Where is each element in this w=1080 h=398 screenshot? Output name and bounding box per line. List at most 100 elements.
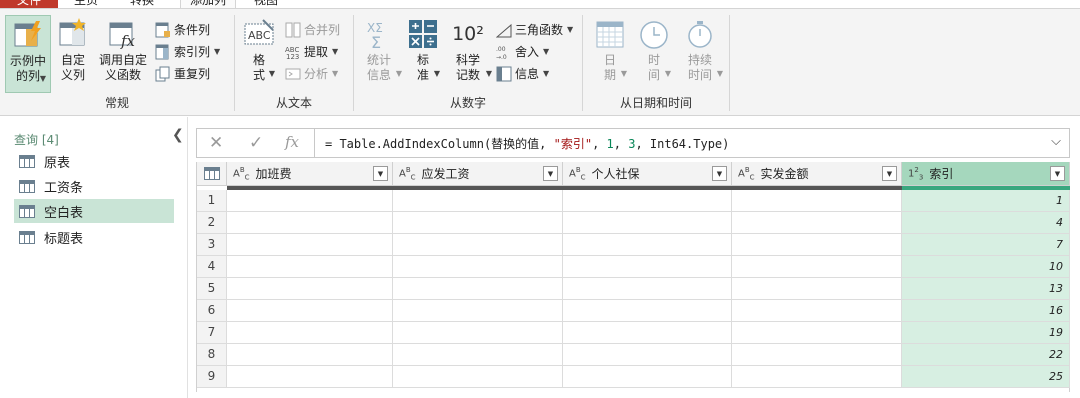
row-number[interactable]: 3 xyxy=(197,234,227,256)
row-number[interactable]: 4 xyxy=(197,256,227,278)
empty-cell[interactable] xyxy=(393,322,563,344)
index-cell[interactable]: 7 xyxy=(902,234,1070,256)
empty-cell[interactable] xyxy=(227,344,393,366)
query-item-original[interactable]: 原表 xyxy=(14,149,174,173)
column-header-index[interactable]: 123 索引 ▼ xyxy=(902,162,1070,186)
row-number[interactable]: 1 xyxy=(197,190,227,212)
empty-cell[interactable] xyxy=(563,256,732,278)
empty-cell[interactable] xyxy=(393,234,563,256)
empty-cell[interactable] xyxy=(563,190,732,212)
empty-cell[interactable] xyxy=(393,256,563,278)
row-number[interactable]: 2 xyxy=(197,212,227,234)
filter-dropdown-icon[interactable]: ▼ xyxy=(1050,166,1065,181)
custom-column-button[interactable]: 自定 义列 xyxy=(56,18,90,83)
parse-button[interactable]: 分析 ▼ xyxy=(285,65,338,83)
empty-cell[interactable] xyxy=(227,300,393,322)
filter-dropdown-icon[interactable]: ▼ xyxy=(712,166,727,181)
standard-button[interactable]: 标 准 ▼ xyxy=(406,18,440,83)
index-cell[interactable]: 16 xyxy=(902,300,1070,322)
empty-cell[interactable] xyxy=(393,278,563,300)
column-header-net-pay[interactable]: ABC 实发金额 ▼ xyxy=(732,162,902,186)
scientific-button[interactable]: 10² 科学 记数 ▼ xyxy=(446,18,492,83)
index-cell[interactable]: 13 xyxy=(902,278,1070,300)
fx-icon[interactable]: fx xyxy=(285,133,299,151)
tab-transform[interactable]: 转换 xyxy=(128,0,156,8)
empty-cell[interactable] xyxy=(563,234,732,256)
invoke-custom-function-button[interactable]: fx 调用自定 义函数 xyxy=(94,18,152,83)
index-cell[interactable]: 22 xyxy=(902,344,1070,366)
empty-cell[interactable] xyxy=(227,212,393,234)
filter-dropdown-icon[interactable]: ▼ xyxy=(882,166,897,181)
index-cell[interactable]: 25 xyxy=(902,366,1070,388)
empty-cell[interactable] xyxy=(732,212,902,234)
empty-cell[interactable] xyxy=(227,256,393,278)
column-from-examples-button[interactable]: 示例中 的列 ▼ xyxy=(5,15,51,93)
empty-cell[interactable] xyxy=(227,322,393,344)
index-column-button[interactable]: 索引列 ▼ xyxy=(155,43,220,61)
information-button[interactable]: 信息 ▼ xyxy=(496,65,549,83)
duration-button[interactable]: 持续 时间 ▼ xyxy=(679,18,723,83)
index-cell[interactable]: 10 xyxy=(902,256,1070,278)
row-number[interactable]: 6 xyxy=(197,300,227,322)
parse-label: 分析 xyxy=(304,67,329,81)
empty-cell[interactable] xyxy=(732,234,902,256)
empty-cell[interactable] xyxy=(563,322,732,344)
tab-view[interactable]: 视图 xyxy=(252,0,280,8)
statistics-button[interactable]: XΣ Σ 统计 信息 ▼ xyxy=(358,18,402,83)
merge-columns-button[interactable]: 合并列 xyxy=(285,21,340,39)
time-button[interactable]: 时 间 ▼ xyxy=(635,18,673,83)
empty-cell[interactable] xyxy=(732,344,902,366)
trigonometry-button[interactable]: 三角函数 ▼ xyxy=(496,21,573,39)
query-item-header-table[interactable]: 标题表 xyxy=(14,225,174,249)
empty-cell[interactable] xyxy=(732,322,902,344)
empty-cell[interactable] xyxy=(393,190,563,212)
confirm-icon[interactable]: ✓ xyxy=(249,133,263,153)
tab-home[interactable]: 主页 xyxy=(72,0,100,8)
tab-add-column[interactable]: 添加列 xyxy=(180,0,236,8)
index-cell[interactable]: 19 xyxy=(902,322,1070,344)
empty-cell[interactable] xyxy=(227,366,393,388)
empty-cell[interactable] xyxy=(732,278,902,300)
duplicate-column-button[interactable]: 重复列 xyxy=(155,65,210,83)
empty-cell[interactable] xyxy=(393,300,563,322)
index-cell[interactable]: 4 xyxy=(902,212,1070,234)
formula-input[interactable]: = Table.AddIndexColumn(替换的值, "索引", 1, 3,… xyxy=(325,135,729,152)
column-header-overtime[interactable]: ABC 加班费 ▼ xyxy=(227,162,393,186)
conditional-column-button[interactable]: 条件列 xyxy=(155,21,210,39)
row-number[interactable]: 5 xyxy=(197,278,227,300)
empty-cell[interactable] xyxy=(563,300,732,322)
empty-cell[interactable] xyxy=(563,278,732,300)
empty-cell[interactable] xyxy=(732,256,902,278)
date-button[interactable]: 日 期 ▼ xyxy=(591,18,629,83)
rounding-button[interactable]: .00 →.0 舍入 ▼ xyxy=(496,43,549,61)
collapse-pane-icon[interactable]: ❮ xyxy=(172,127,184,143)
row-number[interactable]: 8 xyxy=(197,344,227,366)
empty-cell[interactable] xyxy=(563,212,732,234)
table-menu-button[interactable] xyxy=(197,162,227,186)
empty-cell[interactable] xyxy=(563,366,732,388)
empty-cell[interactable] xyxy=(393,212,563,234)
column-header-gross-pay[interactable]: ABC 应发工资 ▼ xyxy=(393,162,563,186)
row-number[interactable]: 9 xyxy=(197,366,227,388)
empty-cell[interactable] xyxy=(732,366,902,388)
empty-cell[interactable] xyxy=(563,344,732,366)
empty-cell[interactable] xyxy=(227,234,393,256)
empty-cell[interactable] xyxy=(732,300,902,322)
empty-cell[interactable] xyxy=(393,366,563,388)
filter-dropdown-icon[interactable]: ▼ xyxy=(373,166,388,181)
row-number[interactable]: 7 xyxy=(197,322,227,344)
index-cell[interactable]: 1 xyxy=(902,190,1070,212)
tab-file[interactable]: 文件 xyxy=(0,0,58,8)
query-item-blank-table[interactable]: 空白表 xyxy=(14,199,174,223)
cancel-icon[interactable]: ✕ xyxy=(209,133,223,153)
column-header-social-security[interactable]: ABC 个人社保 ▼ xyxy=(563,162,732,186)
format-button[interactable]: ABC 格 式 ▼ xyxy=(241,18,277,83)
empty-cell[interactable] xyxy=(732,190,902,212)
empty-cell[interactable] xyxy=(227,278,393,300)
empty-cell[interactable] xyxy=(393,344,563,366)
query-item-payslip[interactable]: 工资条 xyxy=(14,174,174,198)
empty-cell[interactable] xyxy=(227,190,393,212)
filter-dropdown-icon[interactable]: ▼ xyxy=(543,166,558,181)
chevron-down-icon[interactable]: ⌵ xyxy=(1051,134,1061,149)
extract-button[interactable]: ABC 123 提取 ▼ xyxy=(285,43,338,61)
